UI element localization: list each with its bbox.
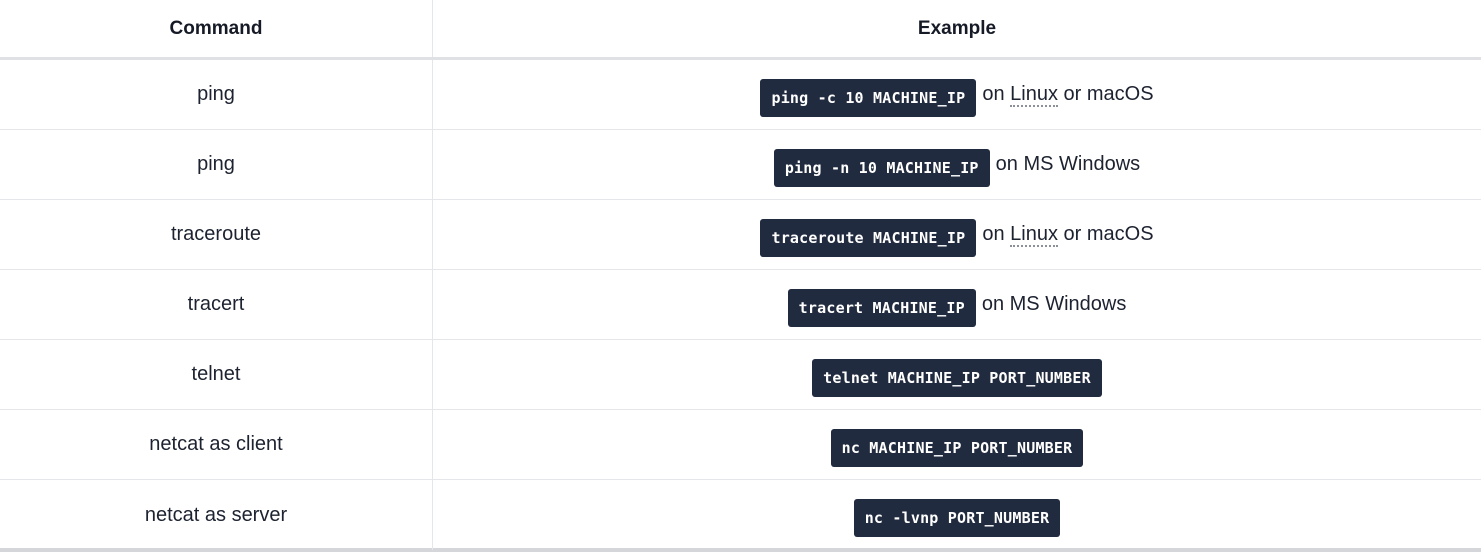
platform-note: on MS Windows bbox=[981, 293, 1127, 315]
code-snippet[interactable]: telnet MACHINE_IP PORT_NUMBER bbox=[812, 358, 1102, 397]
command-cell: ping bbox=[0, 60, 433, 129]
commands-table: Command Example ping ping -c 10 MACHINE_… bbox=[0, 0, 1481, 552]
table-row: netcat as client nc MACHINE_IP PORT_NUMB… bbox=[0, 410, 1481, 480]
table-row: tracert tracert MACHINE_IP on MS Windows bbox=[0, 270, 1481, 340]
platform-prefix: on bbox=[982, 223, 1011, 245]
column-header-command: Command bbox=[0, 0, 433, 57]
command-cell: netcat as server bbox=[0, 480, 433, 550]
example-cell: ping -n 10 MACHINE_IP on MS Windows bbox=[433, 130, 1481, 199]
platform-note: on Linux or macOS bbox=[982, 83, 1154, 107]
table-row: telnet telnet MACHINE_IP PORT_NUMBER bbox=[0, 340, 1481, 410]
command-cell: ping bbox=[0, 130, 433, 199]
command-cell: telnet bbox=[0, 340, 433, 409]
example-cell: tracert MACHINE_IP on MS Windows bbox=[433, 270, 1481, 339]
os-abbreviation[interactable]: Linux bbox=[1010, 223, 1058, 247]
code-snippet[interactable]: nc -lvnp PORT_NUMBER bbox=[853, 499, 1061, 537]
table-row: traceroute traceroute MACHINE_IP on Linu… bbox=[0, 200, 1481, 270]
table-row: ping ping -c 10 MACHINE_IP on Linux or m… bbox=[0, 60, 1481, 130]
platform-note: on Linux or macOS bbox=[982, 223, 1154, 247]
code-snippet[interactable]: ping -c 10 MACHINE_IP bbox=[760, 78, 977, 117]
platform-suffix: or macOS bbox=[1057, 223, 1154, 245]
example-cell: nc -lvnp PORT_NUMBER bbox=[433, 480, 1481, 550]
table-header: Command Example bbox=[0, 0, 1481, 60]
code-snippet[interactable]: tracert MACHINE_IP bbox=[787, 288, 976, 327]
os-abbreviation[interactable]: Linux bbox=[1010, 83, 1058, 107]
command-cell: tracert bbox=[0, 270, 433, 339]
command-cell: traceroute bbox=[0, 200, 433, 269]
example-cell: ping -c 10 MACHINE_IP on Linux or macOS bbox=[433, 60, 1481, 129]
code-snippet[interactable]: nc MACHINE_IP PORT_NUMBER bbox=[830, 428, 1084, 467]
example-cell: traceroute MACHINE_IP on Linux or macOS bbox=[433, 200, 1481, 269]
platform-note: on MS Windows bbox=[995, 153, 1141, 175]
example-cell: telnet MACHINE_IP PORT_NUMBER bbox=[433, 340, 1481, 409]
code-snippet[interactable]: ping -n 10 MACHINE_IP bbox=[773, 148, 990, 187]
command-cell: netcat as client bbox=[0, 410, 433, 479]
table-row: netcat as server nc -lvnp PORT_NUMBER bbox=[0, 480, 1481, 550]
column-header-example: Example bbox=[917, 17, 997, 39]
table-row: ping ping -n 10 MACHINE_IP on MS Windows bbox=[0, 130, 1481, 200]
platform-suffix: or macOS bbox=[1057, 83, 1154, 105]
example-cell: nc MACHINE_IP PORT_NUMBER bbox=[433, 410, 1481, 479]
code-snippet[interactable]: traceroute MACHINE_IP bbox=[760, 218, 977, 257]
platform-prefix: on bbox=[982, 83, 1011, 105]
